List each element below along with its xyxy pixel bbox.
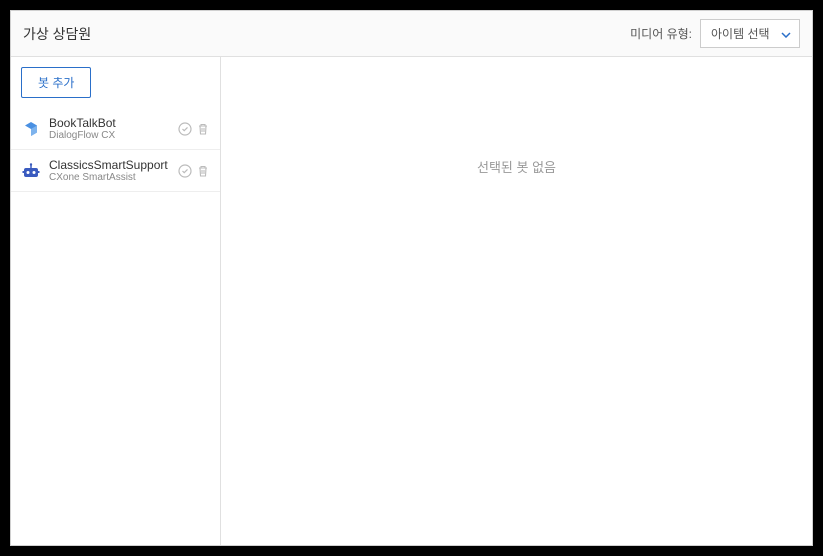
bot-provider: CXone SmartAssist <box>49 172 170 183</box>
sidebar-toolbar: 봇 추가 <box>11 57 220 108</box>
bot-actions <box>178 122 210 136</box>
dialogflow-icon <box>21 119 41 139</box>
bot-list-item[interactable]: BookTalkBot DialogFlow CX <box>11 108 220 150</box>
media-type-label: 미디어 유형: <box>630 25 692 42</box>
bot-list: BookTalkBot DialogFlow CX <box>11 108 220 545</box>
sidebar: 봇 추가 BookTalkBot DialogFlow CX <box>11 57 221 545</box>
body: 봇 추가 BookTalkBot DialogFlow CX <box>11 57 812 545</box>
empty-state-text: 선택된 봇 없음 <box>477 157 556 176</box>
media-type-select-value: 아이템 선택 <box>711 27 770 41</box>
app-frame: 가상 상담원 미디어 유형: 아이템 선택 봇 추가 <box>10 10 813 546</box>
bot-provider: DialogFlow CX <box>49 130 170 141</box>
trash-icon[interactable] <box>196 122 210 136</box>
bot-info: BookTalkBot DialogFlow CX <box>49 116 170 141</box>
chevron-down-icon <box>781 27 791 41</box>
bot-info: ClassicsSmartSupport CXone SmartAssist <box>49 158 170 183</box>
bot-list-item[interactable]: ClassicsSmartSupport CXone SmartAssist <box>11 150 220 192</box>
bot-name: BookTalkBot <box>49 116 170 130</box>
check-circle-icon[interactable] <box>178 164 192 178</box>
media-type-select[interactable]: 아이템 선택 <box>700 19 800 48</box>
trash-icon[interactable] <box>196 164 210 178</box>
check-circle-icon[interactable] <box>178 122 192 136</box>
main-content: 선택된 봇 없음 <box>221 57 812 545</box>
bot-actions <box>178 164 210 178</box>
add-bot-button[interactable]: 봇 추가 <box>21 67 91 98</box>
page-title: 가상 상담원 <box>23 24 91 44</box>
bot-name: ClassicsSmartSupport <box>49 158 170 172</box>
header-bar: 가상 상담원 미디어 유형: 아이템 선택 <box>11 11 812 57</box>
header-right: 미디어 유형: 아이템 선택 <box>630 19 800 48</box>
smartassist-icon <box>21 161 41 181</box>
